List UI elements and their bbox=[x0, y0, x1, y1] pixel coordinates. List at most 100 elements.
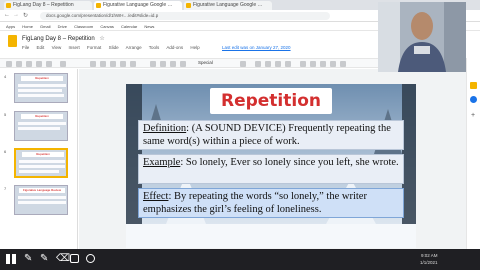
menu-tools[interactable]: Tools bbox=[149, 45, 160, 50]
effect-text: : By repeating the words “so lonely,” th… bbox=[143, 191, 367, 215]
thumbnail-title: Repetition bbox=[21, 76, 63, 81]
slide[interactable]: Repetition Definition: (A SOUND DEVICE) … bbox=[126, 84, 416, 248]
draw-icon[interactable]: ✎ bbox=[40, 253, 48, 265]
taskbar: ✎ ✎ ⌫ 9:02 AM 1/1/2021 bbox=[0, 249, 480, 270]
slide-number: 6 bbox=[4, 149, 7, 154]
star-icon[interactable]: ☆ bbox=[99, 36, 104, 42]
pause-icon[interactable] bbox=[12, 254, 16, 264]
text-color-icon[interactable] bbox=[285, 61, 291, 67]
slide-thumbnail[interactable]: Repetition bbox=[14, 111, 68, 141]
slide-thumbnail-selected[interactable]: Repetition bbox=[14, 148, 68, 178]
document-title[interactable]: FigLang Day 8 – Repetition bbox=[22, 36, 95, 42]
bold-icon[interactable] bbox=[255, 61, 261, 67]
thumbnail-title: Repetition bbox=[22, 152, 64, 157]
slide-number: 5 bbox=[4, 112, 7, 117]
zoom-icon[interactable] bbox=[60, 61, 66, 67]
definition-label: Definition bbox=[143, 123, 187, 134]
bookmark-item[interactable]: Home bbox=[22, 24, 33, 29]
bookmark-item[interactable]: Gmail bbox=[40, 24, 50, 29]
browser-tab[interactable]: Figurative Language Google … bbox=[184, 1, 272, 10]
textbox-icon[interactable] bbox=[100, 61, 106, 67]
example-text: : So lonely, Ever so lonely since you le… bbox=[180, 157, 399, 168]
undo-icon[interactable] bbox=[16, 61, 22, 67]
border-dash-icon[interactable] bbox=[180, 61, 186, 67]
menu-format[interactable]: Format bbox=[87, 45, 101, 50]
side-panel: + bbox=[466, 58, 480, 249]
line-spacing-icon[interactable] bbox=[330, 61, 336, 67]
paint-format-icon[interactable] bbox=[46, 61, 52, 67]
bookmark-item[interactable]: News bbox=[144, 24, 154, 29]
example-card[interactable]: Example: So lonely, Ever so lonely since… bbox=[138, 154, 404, 184]
slides-logo-icon[interactable] bbox=[8, 35, 17, 47]
menu-file[interactable]: File bbox=[22, 45, 29, 50]
pen-icon[interactable]: ✎ bbox=[24, 253, 32, 265]
tasks-icon[interactable] bbox=[470, 96, 477, 103]
slide-title: Repetition bbox=[220, 91, 321, 111]
clock-date: 1/1/2021 bbox=[420, 260, 438, 265]
thumbnail-title: Repetition bbox=[21, 114, 63, 119]
forward-icon[interactable]: → bbox=[13, 12, 19, 18]
menu-insert[interactable]: Insert bbox=[69, 45, 80, 50]
add-icon[interactable]: + bbox=[471, 112, 475, 119]
line-icon[interactable] bbox=[130, 61, 136, 67]
reload-icon[interactable]: ↻ bbox=[23, 12, 28, 19]
slide-number: 4 bbox=[4, 74, 7, 79]
font-select[interactable]: Special bbox=[198, 60, 213, 65]
shape-icon[interactable] bbox=[120, 61, 126, 67]
align-icon[interactable] bbox=[320, 61, 326, 67]
bookmark-item[interactable]: Canvas bbox=[100, 24, 114, 29]
image-icon[interactable] bbox=[110, 61, 116, 67]
person-video-image bbox=[378, 2, 466, 72]
italic-icon[interactable] bbox=[265, 61, 271, 67]
font-size-icon[interactable] bbox=[240, 61, 246, 67]
effect-card[interactable]: Effect: By repeating the words “so lonel… bbox=[138, 188, 404, 218]
comment-icon[interactable] bbox=[310, 61, 316, 67]
thumbnail-title: Figurative Language Review bbox=[19, 188, 65, 193]
select-icon[interactable] bbox=[90, 61, 96, 67]
last-edit-link[interactable]: Last edit was on January 27, 2020 bbox=[222, 45, 291, 50]
example-label: Example bbox=[143, 157, 181, 168]
underline-icon[interactable] bbox=[275, 61, 281, 67]
pause-icon[interactable] bbox=[6, 254, 10, 264]
url-field[interactable]: docs.google.com/presentation/d/1hWH…/edi… bbox=[40, 12, 330, 20]
menu-bar: File Edit View Insert Format Slide Arran… bbox=[22, 45, 206, 50]
fill-color-icon[interactable] bbox=[150, 61, 156, 67]
menu-slide[interactable]: Slide bbox=[109, 45, 119, 50]
border-weight-icon[interactable] bbox=[170, 61, 176, 67]
slide-thumbnail[interactable]: Figurative Language Review bbox=[14, 185, 68, 215]
slides-icon bbox=[96, 3, 101, 8]
slide-thumbnail[interactable]: Repetition bbox=[14, 73, 68, 103]
print-icon[interactable] bbox=[36, 61, 42, 67]
title-box[interactable]: Repetition bbox=[210, 88, 332, 114]
menu-arrange[interactable]: Arrange bbox=[126, 45, 142, 50]
bookmark-item[interactable]: Drive bbox=[58, 24, 67, 29]
border-color-icon[interactable] bbox=[160, 61, 166, 67]
menu-addons[interactable]: Add-ons bbox=[166, 45, 183, 50]
bookmark-item[interactable]: Apps bbox=[6, 24, 15, 29]
bookmark-item[interactable]: Calendar bbox=[121, 24, 137, 29]
redo-icon[interactable] bbox=[26, 61, 32, 67]
webcam-overlay bbox=[378, 2, 466, 72]
clock: 9:02 AM 1/1/2021 bbox=[420, 252, 438, 266]
slides-icon bbox=[186, 3, 191, 8]
keep-icon[interactable] bbox=[470, 82, 477, 89]
definition-card[interactable]: Definition: (A SOUND DEVICE) Frequently … bbox=[138, 120, 404, 150]
mic-icon[interactable] bbox=[86, 254, 95, 263]
slide-number: 7 bbox=[4, 186, 7, 191]
bookmark-item[interactable]: Classroom bbox=[74, 24, 93, 29]
camera-icon[interactable] bbox=[70, 254, 79, 263]
back-icon[interactable]: ← bbox=[4, 12, 10, 18]
menu-view[interactable]: View bbox=[52, 45, 62, 50]
browser-tab[interactable]: FigLang Day 8 – Repetition bbox=[4, 1, 92, 10]
new-slide-icon[interactable] bbox=[6, 61, 12, 67]
menu-help[interactable]: Help bbox=[190, 45, 199, 50]
effect-label: Effect bbox=[143, 191, 169, 202]
bullets-icon[interactable] bbox=[340, 61, 346, 67]
browser-tab-active[interactable]: Figurative Language Google … bbox=[94, 1, 182, 10]
filmstrip[interactable]: 4 Repetition 5 Repetition 6 Repetition 7… bbox=[0, 69, 78, 249]
slides-icon bbox=[6, 3, 11, 8]
clock-time: 9:02 AM bbox=[421, 253, 438, 258]
menu-edit[interactable]: Edit bbox=[37, 45, 45, 50]
link-icon[interactable] bbox=[300, 61, 306, 67]
eraser-icon[interactable]: ⌫ bbox=[56, 253, 70, 265]
